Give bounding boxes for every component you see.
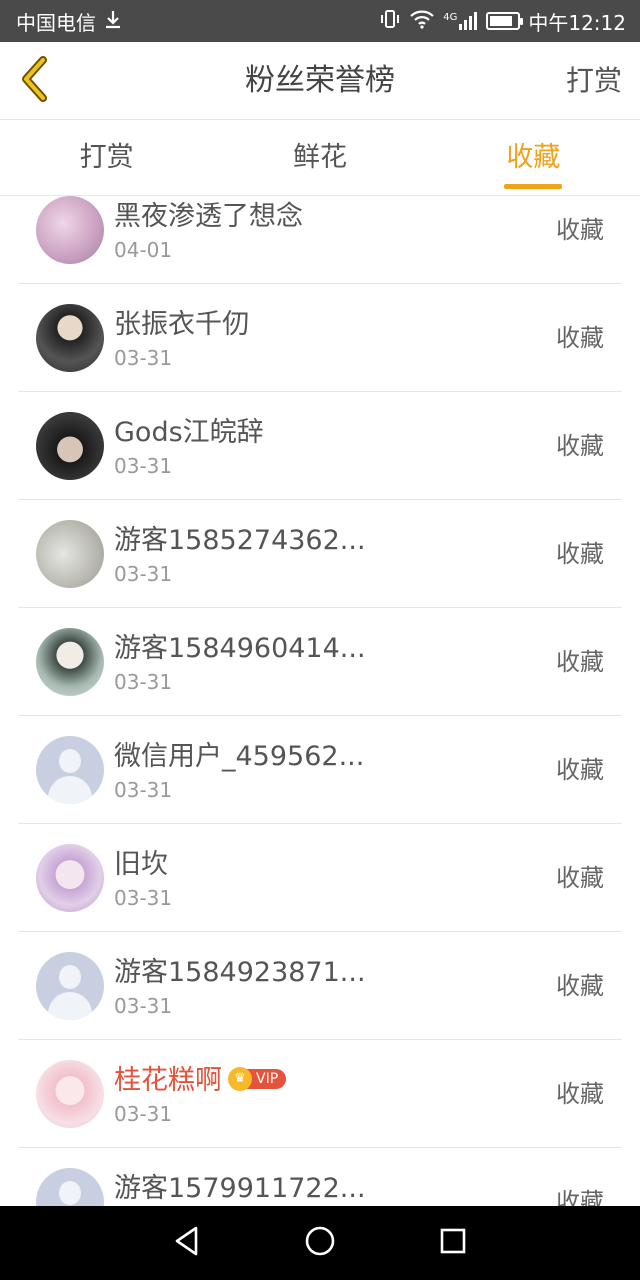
item-date: 04-01 <box>114 238 173 262</box>
user-name: 张振衣千仞 <box>114 309 249 340</box>
tab-flowers[interactable]: 鲜花 <box>213 120 426 195</box>
list-item[interactable]: 黑夜渗透了想念 04-01 收藏 <box>18 196 622 284</box>
clock: 中午12:12 <box>528 10 626 35</box>
avatar[interactable] <box>36 520 104 588</box>
list-item[interactable]: 桂花糕啊 ♛ VIP 03-31 收藏 <box>18 1040 622 1148</box>
item-type: 收藏 <box>556 1188 604 1206</box>
item-date: 03-31 <box>114 562 173 586</box>
user-name: 游客1585274362... <box>114 525 366 556</box>
user-name: 游客1584923871... <box>114 957 366 988</box>
nav-back-button[interactable] <box>157 1213 217 1273</box>
item-date: 03-31 <box>114 994 173 1018</box>
recents-square-icon <box>438 1226 468 1260</box>
user-name: 旧坎 <box>114 849 168 880</box>
avatar[interactable] <box>36 844 104 912</box>
avatar-placeholder-icon[interactable] <box>36 952 104 1020</box>
item-type: 收藏 <box>556 1080 604 1108</box>
nav-recents-button[interactable] <box>423 1213 483 1273</box>
item-type: 收藏 <box>556 972 604 1000</box>
item-type: 收藏 <box>556 216 604 244</box>
tab-reward[interactable]: 打赏 <box>0 120 213 195</box>
user-name: Gods江皖辞 <box>114 417 264 448</box>
item-date: 03-31 <box>114 346 173 370</box>
user-name: 游客1584960414... <box>114 633 366 664</box>
battery-icon <box>486 12 524 30</box>
tab-bar: 打赏 鲜花 收藏 <box>0 120 640 196</box>
item-type: 收藏 <box>556 648 604 676</box>
user-name-vip: 桂花糕啊 ♛ VIP <box>114 1058 287 1097</box>
reward-button[interactable]: 打赏 <box>566 42 622 120</box>
user-name: 黑夜渗透了想念 <box>114 201 303 232</box>
page-title: 粉丝荣誉榜 <box>245 63 395 98</box>
user-name: 桂花糕啊 <box>114 1065 222 1096</box>
avatar-placeholder-icon[interactable] <box>36 736 104 804</box>
download-icon <box>104 9 122 33</box>
tab-favorites[interactable]: 收藏 <box>427 120 640 195</box>
item-date: 03-31 <box>114 454 173 478</box>
item-type: 收藏 <box>556 540 604 568</box>
item-type: 收藏 <box>556 324 604 352</box>
list-item[interactable]: 游客1585274362... 03-31 收藏 <box>18 500 622 608</box>
signal-icon: 4G <box>443 12 478 30</box>
list-item[interactable]: 旧坎 03-31 收藏 <box>18 824 622 932</box>
user-name: 微信用户_459562... <box>114 741 365 772</box>
avatar[interactable] <box>36 412 104 480</box>
system-nav-bar <box>0 1206 640 1280</box>
item-date: 03-31 <box>114 1102 173 1126</box>
item-date: 03-31 <box>114 886 173 910</box>
vip-badge: ♛ VIP <box>228 1066 287 1091</box>
list-item[interactable]: 游客1584923871... 03-31 收藏 <box>18 932 622 1040</box>
avatar[interactable] <box>36 628 104 696</box>
nav-home-button[interactable] <box>290 1213 350 1273</box>
wifi-icon <box>409 9 435 34</box>
item-date: 03-31 <box>114 778 173 802</box>
list-item[interactable]: 微信用户_459562... 03-31 收藏 <box>18 716 622 824</box>
header: 粉丝荣誉榜 打赏 <box>0 42 640 120</box>
list-item[interactable]: 游客1584960414... 03-31 收藏 <box>18 608 622 716</box>
item-type: 收藏 <box>556 864 604 892</box>
item-date: 03-31 <box>114 670 173 694</box>
item-type: 收藏 <box>556 756 604 784</box>
home-circle-icon <box>303 1224 337 1262</box>
avatar[interactable] <box>36 1060 104 1128</box>
avatar[interactable] <box>36 196 104 264</box>
item-type: 收藏 <box>556 432 604 460</box>
crown-icon: ♛ <box>228 1066 252 1091</box>
user-name: 游客1579911722... <box>114 1173 366 1204</box>
list-item[interactable]: Gods江皖辞 03-31 收藏 <box>18 392 622 500</box>
vibrate-icon <box>379 9 401 34</box>
vip-label: VIP <box>246 1068 287 1089</box>
avatar[interactable] <box>36 304 104 372</box>
network-type: 4G <box>443 12 458 23</box>
list-item[interactable]: 游客1579911722... 03-31 收藏 <box>18 1148 622 1206</box>
carrier-label: 中国电信 <box>16 10 96 35</box>
avatar-placeholder-icon[interactable] <box>36 1168 104 1206</box>
back-triangle-icon <box>172 1225 202 1261</box>
status-bar: 中国电信 4G 中午12:12 <box>0 0 640 42</box>
fan-list[interactable]: 黑夜渗透了想念 04-01 收藏 张振衣千仞 03-31 收藏 Gods江皖辞 … <box>0 196 640 1206</box>
list-item[interactable]: 张振衣千仞 03-31 收藏 <box>18 284 622 392</box>
